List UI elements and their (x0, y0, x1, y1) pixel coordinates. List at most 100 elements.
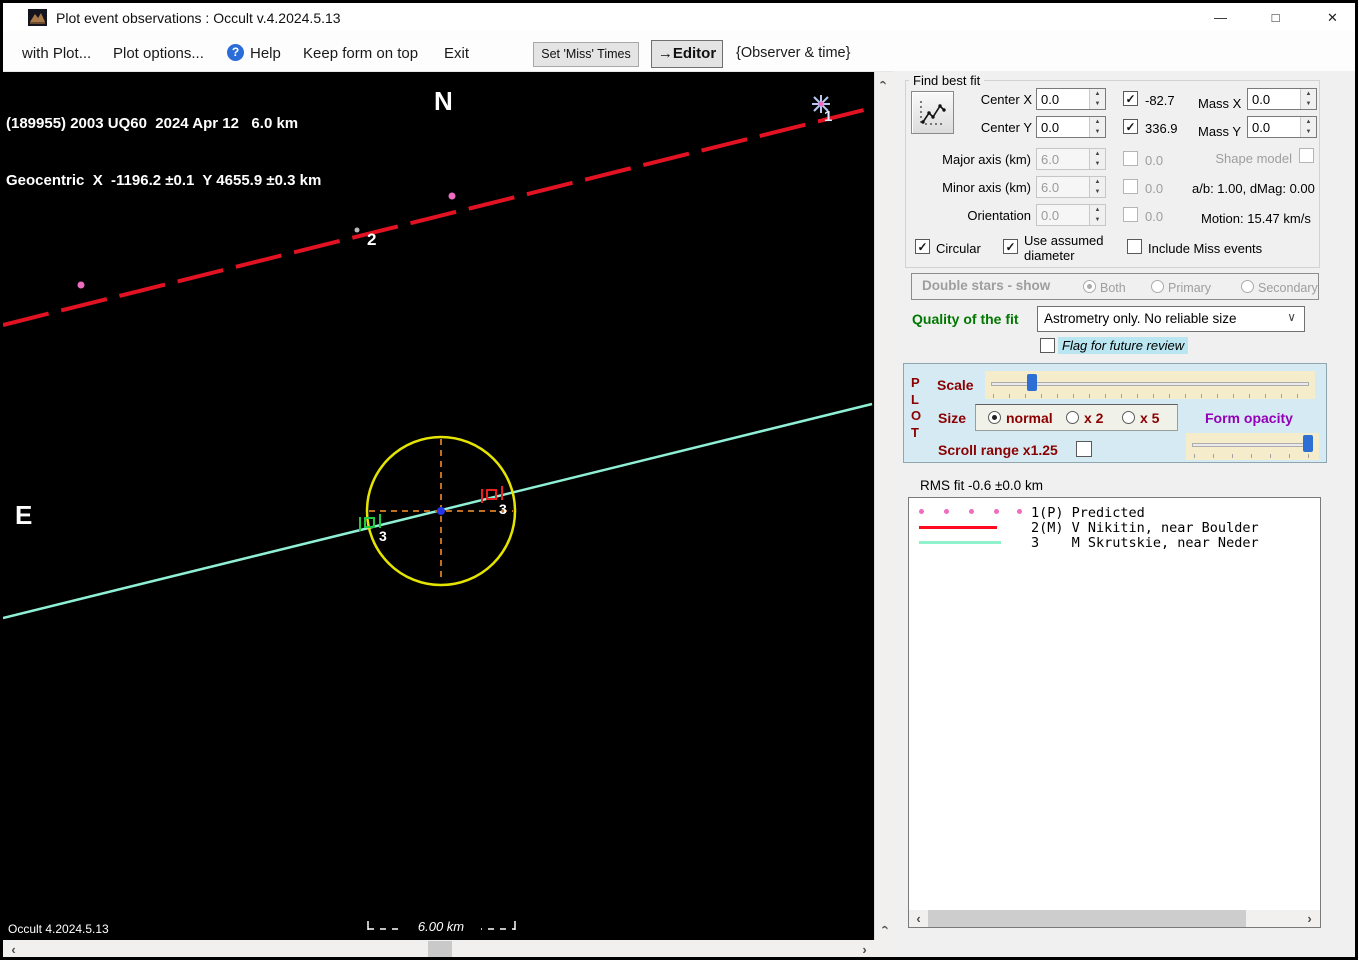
legend-row[interactable]: 3 M Skrutskie, near Neder (1031, 535, 1259, 551)
legend-hscroll-thumb[interactable] (928, 910, 1246, 927)
plot-letter-p: P (911, 375, 920, 390)
center-x-input[interactable]: 0.0 ▲ ▼ (1036, 88, 1106, 110)
menu-keep-on-top[interactable]: Keep form on top (303, 45, 418, 62)
scroll-right-icon[interactable]: › (856, 941, 873, 958)
legend-symbol-chord2 (919, 526, 997, 529)
close-button[interactable]: ✕ (1310, 3, 1355, 32)
shape-model-label: Shape model (1215, 151, 1292, 166)
plot-vscrollbar[interactable]: ‹ › (874, 72, 893, 940)
mass-x-input[interactable]: 0.0 ▲ ▼ (1247, 88, 1317, 110)
plot-title-line2: Geocentric X -1196.2 ±0.1 Y 4655.9 ±0.3 … (6, 172, 322, 189)
double-both-label: Both (1100, 281, 1126, 295)
double-both-radio (1083, 280, 1096, 293)
circular-checkbox[interactable]: ✓ (915, 239, 930, 254)
scale-slider[interactable] (985, 371, 1315, 399)
form-opacity-track[interactable] (1192, 443, 1313, 447)
size-label: Size (938, 410, 967, 426)
fit-y-value: 336.9 (1145, 121, 1178, 136)
form-opacity-thumb[interactable] (1303, 435, 1313, 452)
fit-x-value: -82.7 (1145, 93, 1175, 108)
maximize-button[interactable]: □ (1253, 3, 1298, 32)
double-secondary-label: Secondary (1258, 281, 1318, 295)
editor-button[interactable]: →Editor (651, 40, 723, 68)
scroll-down-icon[interactable]: › (876, 919, 893, 936)
minor-axis-input: 6.0 ▲ ▼ (1036, 176, 1106, 198)
quality-select[interactable]: Astrometry only. No reliable size ∨ (1037, 306, 1305, 332)
predicted-dot (448, 192, 456, 200)
fit-y-checkbox[interactable]: ✓ (1123, 119, 1138, 134)
center-y-input[interactable]: 0.0 ▲ ▼ (1036, 116, 1106, 138)
spin-down-icon: ▼ (1301, 99, 1316, 109)
title-bar: Plot event observations : Occult v.4.202… (3, 3, 1355, 32)
fit-x-checkbox[interactable]: ✓ (1123, 91, 1138, 106)
minimize-button[interactable]: — (1198, 3, 1243, 32)
scale-label: Scale (937, 377, 974, 393)
include-miss-checkbox[interactable] (1127, 239, 1142, 254)
fit-major-checkbox (1123, 151, 1138, 166)
flag-review-label: Flag for future review (1058, 337, 1189, 354)
center-x-spinner[interactable]: ▲ ▼ (1089, 89, 1105, 109)
set-miss-times-button[interactable]: Set 'Miss' Times (533, 42, 639, 67)
scroll-right-icon[interactable]: › (1301, 910, 1318, 927)
center-y-spinner[interactable]: ▲ ▼ (1089, 117, 1105, 137)
find-best-fit-button[interactable] (911, 91, 954, 134)
size-normal-radio[interactable] (988, 411, 1001, 424)
hscroll-thumb[interactable] (428, 941, 452, 958)
major-axis-label: Major axis (km) (942, 152, 1031, 167)
spin-down-icon: ▼ (1090, 127, 1105, 137)
plot-hscrollbar[interactable]: ‹ › (3, 941, 893, 958)
include-miss-label: Include Miss events (1148, 241, 1263, 256)
mass-y-spinner[interactable]: ▲ ▼ (1300, 117, 1316, 137)
dropdown-icon: ∨ (1287, 310, 1296, 324)
legend-row[interactable]: 1(P) Predicted (1031, 505, 1145, 521)
use-assumed-checkbox[interactable]: ✓ (1003, 239, 1018, 254)
size-x2-radio[interactable] (1066, 411, 1079, 424)
scroll-left-icon[interactable]: ‹ (910, 910, 927, 927)
marker3-ingress-label: 3 (379, 528, 387, 544)
spin-down-icon: ▼ (1090, 215, 1105, 225)
scroll-left-icon[interactable]: ‹ (5, 941, 22, 958)
legend-row[interactable]: 2(M) V Nikitin, near Boulder (1031, 520, 1259, 536)
flag-review-checkbox[interactable] (1040, 338, 1055, 353)
scroll-range-checkbox[interactable] (1076, 441, 1092, 457)
form-opacity-label: Form opacity (1205, 410, 1293, 426)
use-assumed-label: Use assumed diameter (1024, 233, 1104, 263)
spin-down-icon: ▼ (1090, 99, 1105, 109)
spin-up-icon: ▲ (1090, 117, 1105, 127)
spin-up-icon: ▲ (1301, 89, 1316, 99)
spin-up-icon: ▲ (1301, 117, 1316, 127)
ab-dmag-label: a/b: 1.00, dMag: 0.00 (1192, 181, 1315, 196)
form-opacity-ticks (1194, 454, 1311, 458)
legend-listbox[interactable]: 1(P) Predicted 2(M) V Nikitin, near Boul… (908, 497, 1321, 928)
scale-slider-thumb[interactable] (1027, 374, 1037, 391)
mass-x-spinner[interactable]: ▲ ▼ (1300, 89, 1316, 109)
plot-area: (189955) 2003 UQ60 2024 Apr 12 6.0 km Ge… (3, 72, 874, 940)
menu-help[interactable]: Help (250, 45, 281, 62)
center-x-label: Center X (980, 92, 1032, 107)
quality-label: Quality of the fit (912, 311, 1019, 327)
predicted-star-center (818, 101, 824, 107)
size-x5-radio[interactable] (1122, 411, 1135, 424)
check-icon: ✓ (1125, 91, 1136, 106)
mass-y-input[interactable]: 0.0 ▲ ▼ (1247, 116, 1317, 138)
help-icon[interactable]: ? (227, 44, 244, 61)
major-axis-input: 6.0 ▲ ▼ (1036, 148, 1106, 170)
check-icon: ✓ (1125, 119, 1136, 134)
app-window: Plot event observations : Occult v.4.202… (0, 0, 1358, 960)
menu-plot-options[interactable]: Plot options... (113, 45, 204, 62)
scale-bar-label: 6.00 km (401, 919, 481, 934)
orientation-input: 0.0 ▲ ▼ (1036, 204, 1106, 226)
scale-slider-track[interactable] (991, 382, 1309, 386)
spin-up-icon: ▲ (1090, 149, 1105, 159)
legend-symbol-chord3 (919, 541, 1001, 544)
legend-hscrollbar[interactable]: ‹ › (909, 910, 1320, 927)
chart-icon (920, 101, 946, 125)
menu-exit[interactable]: Exit (444, 45, 469, 62)
motion-label: Motion: 15.47 km/s (1201, 211, 1311, 226)
fit-minor-value: 0.0 (1145, 181, 1164, 196)
form-opacity-slider[interactable] (1186, 433, 1319, 460)
size-x2-label: x 2 (1084, 410, 1104, 426)
scroll-up-icon[interactable]: ‹ (876, 74, 893, 91)
menu-with-plot[interactable]: with Plot... (22, 45, 91, 62)
spin-up-icon: ▲ (1090, 89, 1105, 99)
